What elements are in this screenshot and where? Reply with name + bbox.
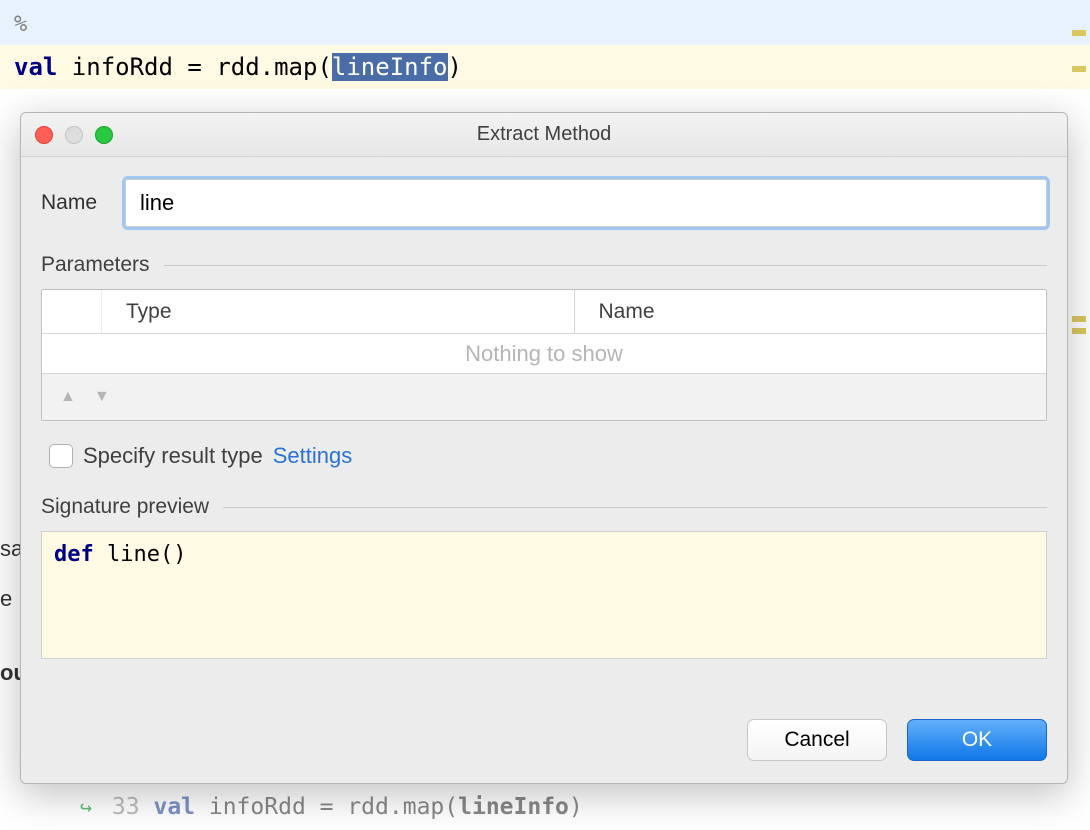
code-expr-post: ) bbox=[448, 53, 462, 81]
return-arrow-icon: ↪ bbox=[80, 795, 92, 819]
parameters-table-header: Type Name bbox=[42, 290, 1046, 334]
parameters-label: Parameters bbox=[41, 253, 150, 277]
specify-result-checkbox[interactable] bbox=[49, 444, 73, 468]
editor-code-line-bottom: ↪ 33 val infoRdd = rdd.map(lineInfo) bbox=[80, 794, 583, 820]
specify-result-row: Specify result type Settings bbox=[49, 443, 1039, 469]
extract-method-dialog: Extract Method Name Parameters Type Name… bbox=[20, 112, 1068, 784]
dialog-titlebar[interactable]: Extract Method bbox=[21, 113, 1067, 157]
move-up-icon[interactable]: ▲ bbox=[60, 388, 76, 406]
gutter-mark bbox=[1072, 30, 1086, 36]
parameters-section-header: Parameters bbox=[41, 253, 1047, 277]
parameters-empty-text: Nothing to show bbox=[42, 334, 1046, 374]
window-controls bbox=[35, 126, 113, 144]
editor-gutter-marks bbox=[1070, 0, 1090, 830]
move-down-icon[interactable]: ▼ bbox=[94, 388, 110, 406]
code-bold: lineInfo bbox=[458, 794, 569, 820]
parameters-table: Type Name Nothing to show ▲ ▼ bbox=[41, 289, 1047, 421]
parameters-toolbar: ▲ ▼ bbox=[42, 374, 1046, 420]
column-type[interactable]: Type bbox=[102, 290, 575, 333]
code-text: infoRdd = rdd.map( bbox=[195, 794, 458, 820]
column-checkbox bbox=[42, 290, 102, 333]
code-equals: = bbox=[187, 53, 216, 81]
side-text-fragment: e bbox=[0, 586, 12, 612]
divider bbox=[223, 507, 1047, 508]
signature-label: Signature preview bbox=[41, 495, 209, 519]
keyword-val-dim: val bbox=[153, 794, 195, 820]
line-number: 33 bbox=[112, 794, 140, 820]
divider bbox=[164, 265, 1047, 266]
dialog-button-row: Cancel OK bbox=[41, 701, 1047, 761]
gutter-mark bbox=[1072, 316, 1086, 322]
gutter-mark bbox=[1072, 66, 1086, 72]
dialog-body: Name Parameters Type Name Nothing to sho… bbox=[21, 157, 1067, 783]
highlighted-code-line[interactable]: val infoRdd = rdd.map(lineInfo) bbox=[0, 45, 1090, 89]
column-name[interactable]: Name bbox=[575, 290, 1047, 333]
dialog-title: Extract Method bbox=[477, 123, 612, 146]
signature-section-header: Signature preview bbox=[41, 495, 1047, 519]
editor-gutter-line: % bbox=[0, 0, 1090, 45]
name-row: Name bbox=[41, 179, 1047, 227]
maximize-icon[interactable] bbox=[95, 126, 113, 144]
code-text: ) bbox=[569, 794, 583, 820]
cancel-button[interactable]: Cancel bbox=[747, 719, 887, 761]
signature-preview: def line() bbox=[41, 531, 1047, 659]
ok-button[interactable]: OK bbox=[907, 719, 1047, 761]
name-label: Name bbox=[41, 191, 97, 215]
keyword-def: def bbox=[54, 542, 94, 567]
code-expr-pre: rdd.map( bbox=[216, 53, 332, 81]
gutter-mark bbox=[1072, 328, 1086, 334]
minimize-icon bbox=[65, 126, 83, 144]
code-varname: infoRdd bbox=[57, 53, 187, 81]
selected-identifier[interactable]: lineInfo bbox=[332, 53, 448, 81]
settings-link[interactable]: Settings bbox=[273, 443, 353, 469]
method-name-input[interactable] bbox=[125, 179, 1047, 227]
signature-text: line() bbox=[94, 542, 187, 567]
close-icon[interactable] bbox=[35, 126, 53, 144]
specify-result-label: Specify result type bbox=[83, 443, 263, 469]
percent-marker: % bbox=[14, 12, 27, 37]
keyword-val: val bbox=[14, 53, 57, 81]
